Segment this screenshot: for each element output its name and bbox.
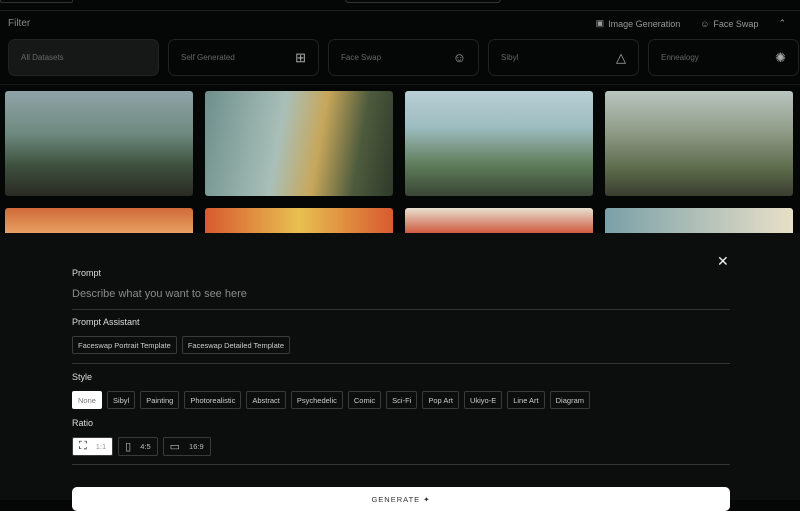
divider [72,363,730,364]
face-swap-icon: ☺ [700,18,710,29]
faceswap-detailed-template-button[interactable]: Faceswap Detailed Template [181,336,290,354]
gallery-image[interactable] [605,91,793,196]
ratio-1-1[interactable]: ⛶ 1:1 [72,437,114,456]
style-line-art[interactable]: Line Art [507,391,545,409]
style-row: None Sibyl Painting Photorealistic Abstr… [72,391,590,409]
ratio-label: Ratio [72,418,94,428]
gallery-image[interactable] [205,91,393,196]
face-icon: ☺ [452,50,466,65]
prompt-label: Prompt [72,268,102,278]
square-frame-icon: ⛶ [79,440,87,452]
generate-panel [0,233,800,500]
style-painting[interactable]: Painting [140,391,180,409]
style-label: Style [72,372,93,382]
portrait-frame-icon: ▯ [125,441,132,453]
style-sci-fi[interactable]: Sci-Fi [386,391,418,409]
dataset-self-generated[interactable]: Self Generated ⊞ [168,39,319,76]
style-psychedelic[interactable]: Psychedelic [290,391,343,409]
divider [0,84,800,85]
ratio-16-9[interactable]: ▭ 16:9 [162,437,211,456]
generate-button[interactable]: GENERATE ✦ [72,487,730,511]
filter-label: Filter [8,18,31,29]
faceswap-portrait-template-button[interactable]: Faceswap Portrait Template [72,336,177,354]
gallery-image[interactable] [405,208,593,233]
gallery-image[interactable] [605,208,793,233]
top-center-control[interactable] [345,0,501,3]
image-generation-icon: ▣ [595,18,605,28]
dataset-cards: All Datasets Self Generated ⊞ Face Swap ☺ … [8,39,799,76]
gallery-image[interactable] [5,208,193,233]
divider [72,309,730,310]
prompt-input[interactable] [72,285,728,303]
image-grid [5,91,793,233]
style-pop-art[interactable]: Pop Art [422,391,459,409]
gallery-image[interactable] [205,208,393,233]
chevron-up-icon[interactable]: ⌃ [778,18,786,29]
dataset-sibyl[interactable]: Sibyl △ [488,39,639,76]
top-bar [0,0,800,11]
snowflake-icon: ✺ [775,49,786,65]
ratio-row: ⛶ 1:1 ▯ 4:5 ▭ 16:9 [72,437,211,456]
style-abstract[interactable]: Abstract [246,391,286,409]
sparkle-frame-icon: ⊞ [295,49,306,65]
dataset-ennealogy[interactable]: Ennealogy ✺ [648,39,799,76]
template-row: Faceswap Portrait Template Faceswap Deta… [72,336,290,354]
image-generation-link[interactable]: ▣ Image Generation [596,18,681,29]
style-photorealistic[interactable]: Photorealistic [184,391,242,409]
triangle-icon: △ [616,49,626,65]
gallery-image[interactable] [405,91,593,196]
top-left-control[interactable] [0,0,73,3]
style-sibyl[interactable]: Sibyl [106,391,136,409]
gallery-image[interactable] [5,91,193,196]
style-comic[interactable]: Comic [347,391,382,409]
prompt-assistant-label: Prompt Assistant [72,317,140,327]
style-ukiyo-e[interactable]: Ukiyo-E [463,391,503,409]
face-swap-link[interactable]: ☺ Face Swap [700,19,758,29]
filter-links: ▣ Image Generation ☺ Face Swap ⌃ [596,18,786,29]
dataset-all[interactable]: All Datasets [8,39,159,76]
dataset-face-swap[interactable]: Face Swap ☺ [328,39,479,76]
style-none[interactable]: None [72,391,102,409]
style-diagram[interactable]: Diagram [549,391,590,409]
close-icon[interactable]: ✕ [717,253,729,270]
divider [72,464,730,465]
ratio-4-5[interactable]: ▯ 4:5 [118,437,158,456]
landscape-frame-icon: ▭ [169,441,181,453]
